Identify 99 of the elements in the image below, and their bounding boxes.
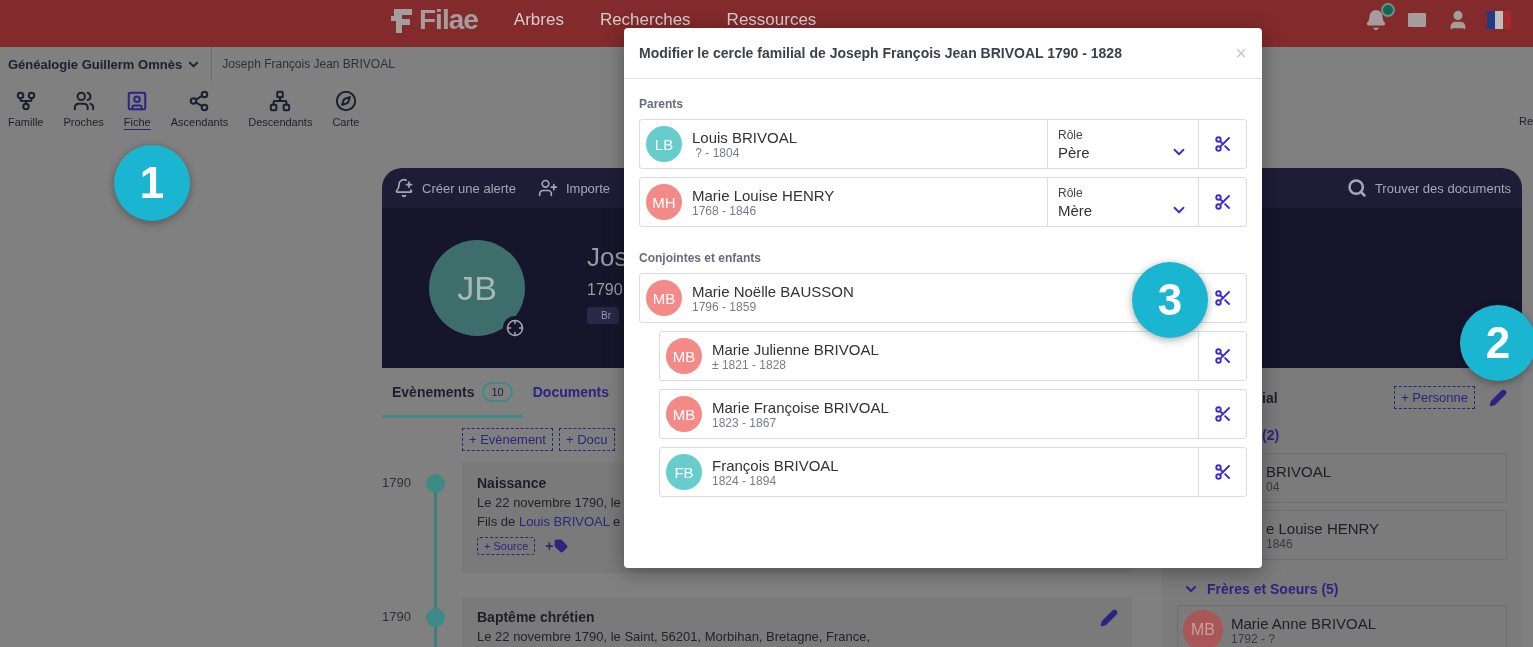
avatar: MB: [666, 396, 702, 432]
person-years: 1792 - ?: [1231, 631, 1277, 646]
profile-tag: Br: [587, 307, 619, 324]
profile-avatar: JB: [429, 240, 525, 336]
person-name: Marie Anne BRIVOAL: [1231, 614, 1377, 632]
scissors-icon: [1213, 289, 1232, 307]
bell-plus-icon: [394, 178, 414, 198]
event-year: 1790: [382, 608, 412, 626]
view-tab[interactable]: Famille: [8, 90, 44, 130]
breadcrumb-text: Joseph François Jean BRIVOAL: [221, 57, 395, 71]
scissors-icon: [1213, 193, 1232, 211]
target-icon[interactable]: [506, 319, 524, 337]
content-tab[interactable]: Evènements 10: [382, 368, 523, 418]
event-text: Fils de Louis BRIVOAL e: [477, 514, 621, 529]
scissors-icon: [1213, 347, 1232, 365]
person-years: 04: [1266, 479, 1281, 494]
view-tab[interactable]: Descendants: [248, 90, 313, 130]
add-source-button[interactable]: + Source: [477, 537, 536, 555]
view-tab[interactable]: Proches: [63, 90, 104, 130]
timeline-dot: [426, 608, 445, 627]
event-year: 1790: [382, 474, 412, 492]
person-name: e Louise HENRY: [1266, 519, 1380, 537]
view-tab[interactable]: Carte: [332, 90, 360, 130]
dialog-title: Modifier le cercle familial de Joseph François Jean BRIVOAL 1790 - 1828: [639, 45, 1122, 61]
person-name: Louis BRIVOAL: [692, 128, 798, 146]
person-link[interactable]: Louis BRIVOAL: [518, 514, 610, 529]
section-title: (2): [1261, 427, 1281, 443]
user-plus-icon: [537, 178, 558, 198]
person-name: François BRIVOAL: [712, 456, 839, 474]
find-documents-link[interactable]: Trouver des documents: [1346, 178, 1511, 198]
nav-link[interactable]: Ressources: [726, 9, 817, 30]
avatar: LB: [646, 126, 682, 162]
role-value: Mère: [1058, 201, 1093, 219]
person-card[interactable]: MB Marie Anne BRIVOAL 1792 - ?: [1177, 605, 1507, 647]
fork-icon: [14, 90, 37, 112]
person-name: Marie Noëlle BAUSSON: [692, 282, 854, 300]
event-text: Le 22 novembre 1790, le Saint, 56201, Morbihan, Bretagne, France,: [477, 629, 871, 644]
action-link[interactable]: Importe: [537, 178, 611, 198]
person-years: ? - 1804: [694, 145, 741, 160]
profile-years: 1790: [587, 281, 624, 299]
scissors-icon: [1213, 405, 1232, 423]
compass-icon: [334, 90, 357, 112]
person-years: 1796 - 1859: [692, 299, 758, 314]
timeline-dot: [426, 474, 445, 493]
person-name: Marie Julienne BRIVOAL: [712, 340, 879, 358]
action-link[interactable]: Créer une alerte: [394, 178, 516, 198]
scissors-icon: [1213, 463, 1232, 481]
person-years: 1824 - 1894: [712, 473, 778, 488]
people-icon: [72, 90, 95, 112]
person-name: Marie Françoise BRIVOAL: [712, 398, 889, 416]
add-button[interactable]: + Evènement: [462, 428, 553, 451]
nav-link[interactable]: Recherches: [599, 9, 691, 30]
person-years: ± 1821 - 1828: [712, 357, 787, 372]
event-title: Naissance: [477, 475, 547, 491]
section-toggle[interactable]: Frères et Soeurs (5): [1177, 581, 1507, 597]
add-button[interactable]: + Docu: [558, 428, 615, 451]
role-label: Rôle: [1058, 185, 1084, 200]
bell-icon[interactable]: [1365, 8, 1387, 31]
notification-dot: [1381, 2, 1395, 17]
tree-selector[interactable]: Généalogie Guillerm Omnès: [8, 47, 213, 81]
person-name: BRIVOAL: [1266, 462, 1332, 480]
section-label: Conjointes et enfants: [639, 251, 762, 265]
avatar: MB: [666, 338, 702, 374]
event-title: Baptême chrétien: [477, 609, 595, 625]
nav-link[interactable]: Arbres: [513, 9, 564, 30]
role-label: Rôle: [1058, 127, 1084, 142]
flag-icon[interactable]: [1487, 10, 1511, 29]
add-person-button[interactable]: + Personne: [1394, 386, 1475, 409]
event-text: Le 22 novembre 1790, le: [477, 495, 621, 510]
hierarchy-icon: [269, 90, 292, 112]
view-tab[interactable]: Fiche: [123, 90, 151, 130]
avatar: MB: [1183, 610, 1223, 647]
search-icon: [1346, 178, 1367, 198]
person-name: Marie Louise HENRY: [692, 186, 835, 204]
role-value: Père: [1058, 143, 1090, 161]
avatar: MH: [646, 184, 682, 220]
edit-button[interactable]: [1489, 388, 1507, 407]
person-years: 1823 - 1867: [712, 415, 777, 430]
role-select[interactable]: Rôle Mère: [1047, 178, 1198, 226]
logo-text[interactable]: Filae: [419, 3, 478, 36]
tag-icon: [553, 539, 568, 553]
panel-title: ial: [1262, 389, 1278, 406]
view-tab[interactable]: Re: [1518, 115, 1533, 127]
avatar: MB: [646, 280, 682, 316]
person-years: 1846: [1266, 536, 1294, 551]
person-years: 1768 - 1846: [692, 203, 758, 218]
scissors-icon: [1213, 135, 1232, 153]
count-badge: 10: [482, 381, 513, 402]
avatar: FB: [666, 454, 702, 490]
id-card-icon: [126, 90, 149, 112]
callout-tooltip: 1: [114, 145, 190, 221]
content-tab[interactable]: Documents: [522, 368, 619, 418]
section-label: Parents: [639, 97, 685, 111]
role-select[interactable]: Rôle Père: [1047, 120, 1198, 168]
add-tag-button[interactable]: +: [545, 538, 568, 554]
view-tab[interactable]: Ascendants: [170, 90, 229, 130]
pencil-icon: [1489, 388, 1507, 407]
share-nodes-icon: [188, 90, 211, 112]
edit-icon[interactable]: [1100, 609, 1118, 627]
